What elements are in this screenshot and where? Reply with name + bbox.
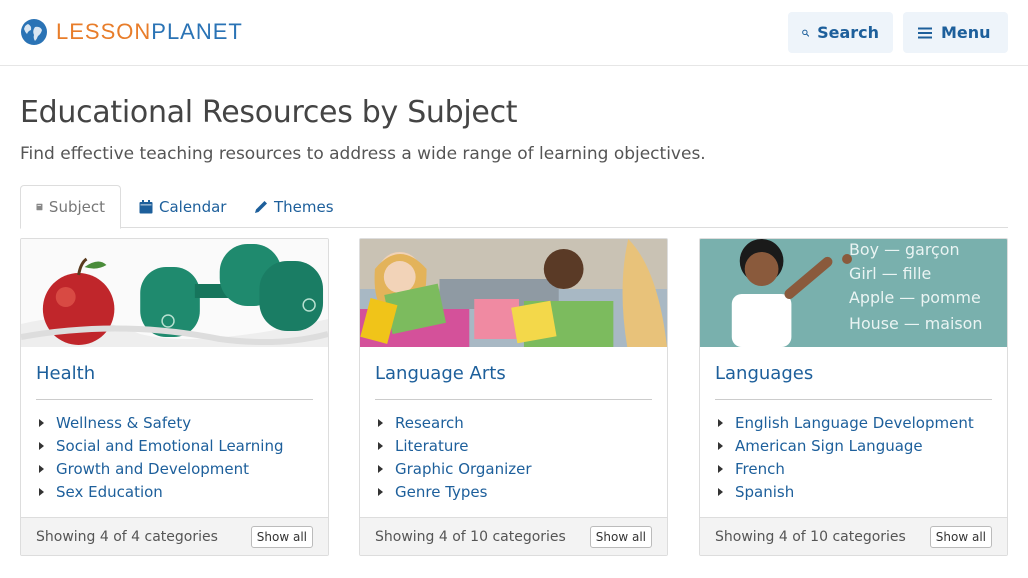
caret-right-icon (39, 418, 44, 427)
category-link[interactable]: Graphic Organizer (395, 460, 532, 478)
category-link[interactable]: Research (395, 414, 464, 432)
divider (375, 399, 652, 400)
tab-themes[interactable]: Themes (254, 185, 334, 228)
divider (715, 399, 992, 400)
card-title[interactable]: Language Arts (375, 363, 506, 384)
chalkboard-text: Girl — fille (849, 264, 931, 283)
list-item[interactable]: Spanish (718, 480, 974, 503)
list-item[interactable]: Sex Education (39, 480, 283, 503)
list-item[interactable]: French (718, 457, 974, 480)
list-item[interactable]: Growth and Development (39, 457, 283, 480)
tab-themes-label: Themes (274, 197, 334, 216)
category-link[interactable]: American Sign Language (735, 437, 923, 455)
chalkboard-text: Apple — pomme (849, 288, 981, 307)
show-all-button[interactable]: Show all (929, 525, 992, 548)
menu-label: Menu (941, 23, 991, 42)
caret-right-icon (378, 464, 383, 473)
globe-icon (21, 19, 47, 45)
category-link[interactable]: Literature (395, 437, 468, 455)
logo-word-lesson: LESSON (56, 19, 152, 44)
subject-card-health: Health Wellness & Safety Social and Emot… (20, 238, 329, 556)
caret-right-icon (378, 487, 383, 496)
book-icon (36, 203, 43, 211)
search-button[interactable]: Search (788, 12, 893, 53)
divider (36, 399, 313, 400)
caret-right-icon (718, 441, 723, 450)
category-link[interactable]: Social and Emotional Learning (56, 437, 283, 455)
caret-right-icon (39, 464, 44, 473)
logo-word-planet: PLANET (151, 19, 243, 44)
tab-calendar-label: Calendar (159, 197, 227, 216)
list-item[interactable]: American Sign Language (718, 434, 974, 457)
tab-subject[interactable]: Subject (20, 185, 121, 229)
top-bar: LESSONPLANET Search Menu (0, 0, 1028, 66)
search-icon (802, 29, 810, 37)
subject-card-languages: Boy — garçon Girl — fille Apple — pomme … (699, 238, 1008, 556)
tab-subject-label: Subject (48, 198, 105, 216)
card-footer: Showing 4 of 4 categories Show all (21, 517, 328, 555)
logo[interactable]: LESSONPLANET (20, 18, 243, 46)
category-link[interactable]: Spanish (735, 483, 794, 501)
list-item[interactable]: Research (378, 411, 532, 434)
chalkboard-text: Boy — garçon (849, 240, 960, 259)
list-item[interactable]: Literature (378, 434, 532, 457)
category-link[interactable]: Growth and Development (56, 460, 249, 478)
chalkboard-text: House — maison (849, 314, 982, 333)
page-subtitle: Find effective teaching resources to add… (20, 144, 706, 164)
caret-right-icon (39, 441, 44, 450)
health-image[interactable] (21, 239, 328, 347)
list-item[interactable]: Graphic Organizer (378, 457, 532, 480)
category-list: Wellness & Safety Social and Emotional L… (39, 411, 283, 503)
card-title[interactable]: Health (36, 363, 95, 384)
category-list: English Language Development American Si… (718, 411, 974, 503)
logo-text: LESSONPLANET (56, 18, 243, 46)
caret-right-icon (718, 418, 723, 427)
show-all-button[interactable]: Show all (589, 525, 652, 548)
category-list: Research Literature Graphic Organizer Ge… (378, 411, 532, 503)
list-item[interactable]: Social and Emotional Learning (39, 434, 283, 457)
tab-calendar[interactable]: Calendar (139, 185, 226, 228)
caret-right-icon (39, 487, 44, 496)
list-item[interactable]: English Language Development (718, 411, 974, 434)
category-count: Showing 4 of 10 categories (715, 528, 906, 545)
card-title[interactable]: Languages (715, 363, 813, 384)
caret-right-icon (378, 418, 383, 427)
show-all-button[interactable]: Show all (250, 525, 313, 548)
category-link[interactable]: French (735, 460, 785, 478)
pencil-icon (255, 200, 267, 213)
category-link[interactable]: Sex Education (56, 483, 163, 501)
list-item[interactable]: Genre Types (378, 480, 532, 503)
card-footer: Showing 4 of 10 categories Show all (360, 517, 667, 555)
category-link[interactable]: Wellness & Safety (56, 414, 191, 432)
calendar-icon (139, 199, 153, 213)
search-label: Search (817, 23, 879, 42)
caret-right-icon (718, 464, 723, 473)
category-link[interactable]: Genre Types (395, 483, 487, 501)
hamburger-icon (918, 27, 932, 38)
category-count: Showing 4 of 10 categories (375, 528, 566, 545)
language-arts-image[interactable] (360, 239, 667, 347)
languages-image[interactable]: Boy — garçon Girl — fille Apple — pomme … (700, 239, 1007, 347)
category-count: Showing 4 of 4 categories (36, 528, 218, 545)
category-link[interactable]: English Language Development (735, 414, 974, 432)
caret-right-icon (718, 487, 723, 496)
page-title: Educational Resources by Subject (20, 95, 518, 130)
subject-card-language-arts: Language Arts Research Literature Graphi… (359, 238, 668, 556)
caret-right-icon (378, 441, 383, 450)
list-item[interactable]: Wellness & Safety (39, 411, 283, 434)
menu-button[interactable]: Menu (903, 12, 1008, 53)
card-footer: Showing 4 of 10 categories Show all (700, 517, 1007, 555)
tab-bar: Subject Calendar Themes (20, 185, 1008, 229)
